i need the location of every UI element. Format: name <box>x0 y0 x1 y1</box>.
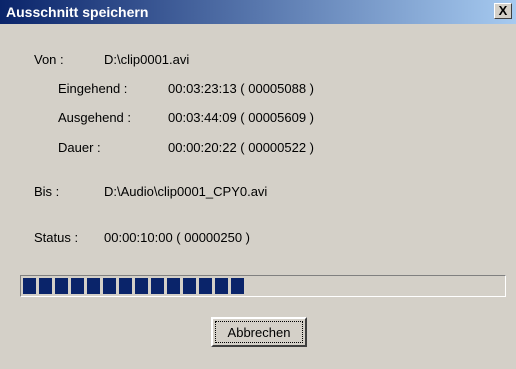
dauer-label: Dauer : <box>58 140 101 155</box>
dauer-value: 00:00:20:22 ( 00000522 ) <box>168 140 315 155</box>
status-label: Status : <box>34 230 79 245</box>
progress-block <box>215 278 228 294</box>
bis-label: Bis : <box>34 184 60 199</box>
progress-block <box>135 278 148 294</box>
progress-block <box>39 278 52 294</box>
progress-block <box>103 278 116 294</box>
title-bar[interactable]: Ausschnitt speichern X <box>0 0 516 24</box>
progress-block <box>119 278 132 294</box>
cancel-button[interactable]: Abbrechen <box>211 317 307 347</box>
progress-block <box>151 278 164 294</box>
progress-block <box>167 278 180 294</box>
ausgehend-value: 00:03:44:09 ( 00005609 ) <box>168 110 315 125</box>
progress-block <box>55 278 68 294</box>
progress-block <box>183 278 196 294</box>
window-title: Ausschnitt speichern <box>6 4 149 20</box>
von-label: Von : <box>34 52 64 67</box>
status-value: 00:00:10:00 ( 00000250 ) <box>104 230 251 245</box>
progress-block <box>23 278 36 294</box>
progress-block <box>231 278 244 294</box>
von-value: D:\clip0001.avi <box>104 52 190 67</box>
bis-value: D:\Audio\clip0001_CPY0.avi <box>104 184 268 199</box>
ausgehend-label: Ausgehend : <box>58 110 132 125</box>
progress-block <box>199 278 212 294</box>
save-clip-dialog: Ausschnitt speichern X Von : D:\clip0001… <box>0 0 516 369</box>
close-button[interactable]: X <box>494 3 512 19</box>
progress-block <box>87 278 100 294</box>
progress-block <box>71 278 84 294</box>
eingehend-label: Eingehend : <box>58 81 128 96</box>
eingehend-value: 00:03:23:13 ( 00005088 ) <box>168 81 315 96</box>
progress-bar <box>20 275 506 297</box>
